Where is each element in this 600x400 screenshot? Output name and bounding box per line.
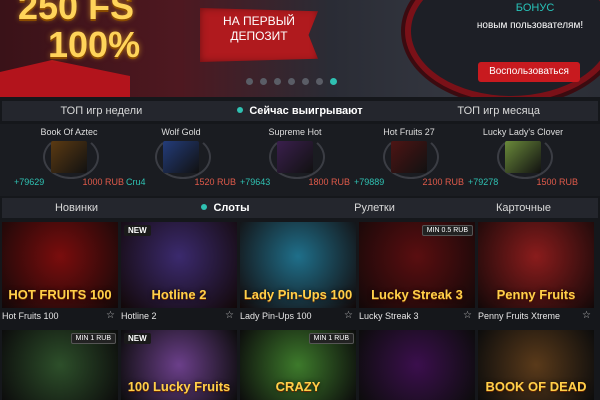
game-artwork[interactable]: Lucky Streak 3 MIN 0.5 RUB — [359, 222, 475, 308]
winner-amount: 1000 RUB — [82, 177, 124, 187]
game-title: Penny Fruits Xtreme — [478, 311, 561, 321]
tab-winners-0[interactable]: ТОП игр недели — [2, 105, 201, 117]
new-badge: NEW — [124, 333, 151, 344]
active-dot-icon — [201, 204, 208, 210]
game-tile[interactable] — [359, 330, 475, 400]
game-title: Hot Fruits 100 — [2, 311, 59, 321]
favorite-star-icon[interactable]: ☆ — [106, 310, 115, 321]
favorite-star-icon[interactable]: ☆ — [225, 310, 234, 321]
winner-card[interactable]: Wolf Gold Cru4 1520 RUB — [126, 124, 236, 194]
winner-amount: 1520 RUB — [194, 177, 236, 187]
game-tile[interactable]: MIN 1 RUB — [2, 330, 118, 400]
winner-amount: 2100 RUB — [422, 177, 464, 187]
tab-label: Сейчас выигрывают — [249, 105, 363, 117]
carousel-dot[interactable] — [288, 78, 295, 85]
active-dot-icon — [237, 107, 244, 113]
promo-line-percent: 100% — [48, 24, 141, 65]
winner-card[interactable]: Hot Fruits 27 +79889 2100 RUB — [354, 124, 464, 194]
new-badge: NEW — [124, 225, 151, 236]
category-tabs: Новинки Слоты Рулетки Карточные — [2, 198, 598, 218]
game-artwork[interactable]: Penny Fruits — [478, 222, 594, 308]
bonus-ring — [405, 0, 600, 97]
game-art-title: Lady Pin-Ups 100 — [243, 287, 353, 302]
winner-user: Cru4 — [126, 177, 146, 187]
carousel-dots — [246, 78, 337, 85]
game-artwork[interactable]: Hotline 2 NEW — [121, 222, 237, 308]
game-tile[interactable]: BOOK OF DEAD — [478, 330, 594, 400]
tab-label: Карточные — [495, 202, 552, 214]
bonus-title: БОНУС — [515, 2, 555, 14]
min-bet-badge: MIN 0.5 RUB — [421, 225, 473, 236]
game-art-title: HOT FRUITS 100 — [8, 287, 112, 302]
game-artwork[interactable]: HOT FRUITS 100 — [2, 222, 118, 308]
game-tile[interactable]: 100 Lucky Fruits NEW — [121, 330, 237, 400]
tab-label: Новинки — [54, 202, 99, 214]
favorite-star-icon[interactable]: ☆ — [463, 310, 472, 321]
tab-label: Слоты — [213, 202, 250, 214]
game-art-title: 100 Lucky Fruits — [127, 379, 231, 394]
carousel-dot[interactable] — [330, 78, 337, 85]
winner-amount: 1500 RUB — [536, 177, 578, 187]
game-art-title: BOOK OF DEAD — [485, 379, 587, 394]
winner-user: +79278 — [468, 177, 499, 187]
game-title: Hotline 2 — [121, 311, 157, 321]
tab-label: ТОП игр недели — [60, 105, 143, 117]
winners-strip: Book Of Aztec +79629 1000 RUB Wolf Gold Cru4… — [0, 124, 600, 196]
tab-winners-1[interactable]: Сейчас выигрывают — [201, 105, 400, 117]
min-bet-badge: MIN 1 RUB — [308, 333, 354, 344]
carousel-dot[interactable] — [302, 78, 309, 85]
ribbon-line-1: НА ПЕРВЫЙ — [223, 14, 295, 28]
carousel-dot[interactable] — [260, 78, 267, 85]
tab-label: Рулетки — [354, 202, 395, 214]
game-thumbnail — [505, 141, 541, 173]
tab-category-1[interactable]: Слоты — [151, 202, 300, 214]
winner-user: +79629 — [14, 177, 45, 187]
game-thumbnail — [391, 141, 427, 173]
promo-headline: 250 FS 100% — [18, 0, 140, 64]
favorite-star-icon[interactable]: ☆ — [582, 310, 591, 321]
carousel-dot[interactable] — [274, 78, 281, 85]
game-artwork[interactable]: 100 Lucky Fruits NEW — [121, 330, 237, 400]
winner-user: +79643 — [240, 177, 271, 187]
promo-line-fs: 250 FS — [18, 0, 135, 27]
game-title: Lady Pin-Ups 100 — [240, 311, 312, 321]
game-artwork[interactable] — [359, 330, 475, 400]
game-art-title: Hotline 2 — [151, 287, 207, 302]
carousel-dot[interactable] — [246, 78, 253, 85]
game-thumbnail — [277, 141, 313, 173]
use-bonus-button[interactable]: Воспользоваться — [478, 62, 580, 82]
game-artwork[interactable]: MIN 1 RUB — [2, 330, 118, 400]
carousel-dot[interactable] — [316, 78, 323, 85]
tab-label: ТОП игр месяца — [457, 105, 540, 117]
winner-card[interactable]: Lucky Lady's Clover +79278 1500 RUB — [468, 124, 578, 194]
winner-card[interactable]: Supreme Hot +79643 1800 RUB — [240, 124, 350, 194]
game-tile[interactable]: CRAZY MIN 1 RUB — [240, 330, 356, 400]
game-art-title: CRAZY — [275, 379, 321, 394]
min-bet-badge: MIN 1 RUB — [70, 333, 116, 344]
game-art-title: Penny Fruits — [496, 287, 576, 302]
winner-amount: 1800 RUB — [308, 177, 350, 187]
game-artwork[interactable]: Lady Pin-Ups 100 — [240, 222, 356, 308]
game-thumbnail — [51, 141, 87, 173]
bonus-subtitle: новым пользователям! — [476, 20, 584, 31]
tab-category-2[interactable]: Рулетки — [300, 202, 449, 214]
winner-user: +79889 — [354, 177, 385, 187]
winner-tabs: ТОП игр недели Сейчас выигрывают ТОП игр м… — [2, 101, 598, 121]
winner-card[interactable]: Book Of Aztec +79629 1000 RUB — [14, 124, 124, 194]
promo-banner[interactable]: 250 FS 100% НА ПЕРВЫЙ ДЕПОЗИТ БОНУС новы… — [0, 0, 600, 97]
envelope-graphic — [0, 60, 130, 97]
game-art-title: Lucky Streak 3 — [371, 287, 463, 302]
deposit-ribbon-text: НА ПЕРВЫЙ ДЕПОЗИТ — [214, 14, 304, 44]
game-thumbnail — [163, 141, 199, 173]
game-artwork[interactable]: CRAZY MIN 1 RUB — [240, 330, 356, 400]
tab-winners-2[interactable]: ТОП игр месяца — [399, 105, 598, 117]
game-artwork[interactable]: BOOK OF DEAD — [478, 330, 594, 400]
tab-category-0[interactable]: Новинки — [2, 202, 151, 214]
ribbon-line-2: ДЕПОЗИТ — [230, 29, 288, 43]
favorite-star-icon[interactable]: ☆ — [344, 310, 353, 321]
tab-category-3[interactable]: Карточные — [449, 202, 598, 214]
game-title: Lucky Streak 3 — [359, 311, 419, 321]
